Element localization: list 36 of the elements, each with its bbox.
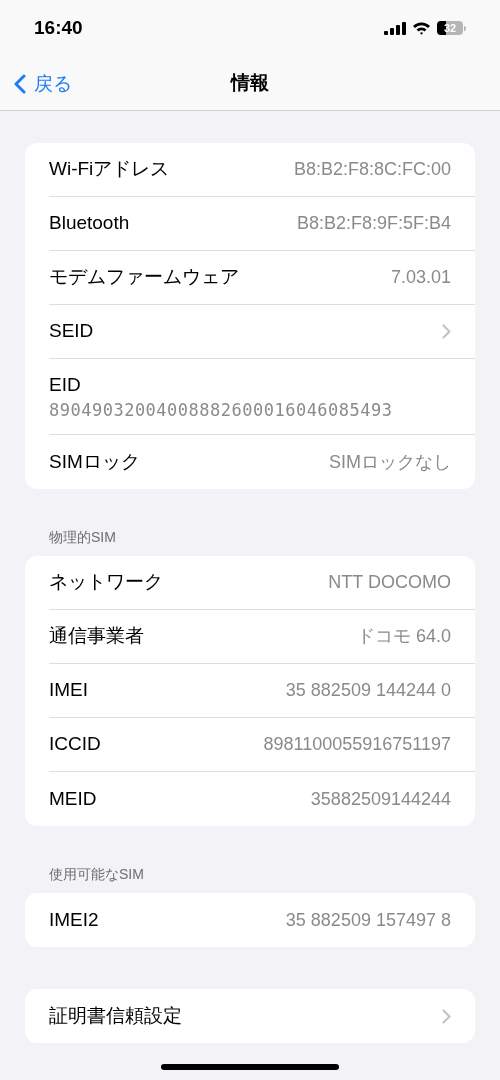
row-label: IMEI2 xyxy=(49,907,99,932)
row-value: 7.03.01 xyxy=(390,266,451,289)
row-label: Bluetooth xyxy=(49,211,130,236)
wifi-icon xyxy=(412,21,431,35)
chevron-icon xyxy=(442,324,451,339)
settings-row[interactable]: 証明書信頼設定 xyxy=(49,989,475,1043)
row-value: 35882509144244 xyxy=(310,787,451,811)
row-label: モデムファームウェア xyxy=(49,265,239,290)
row-value: 89049032004008882600016046085493 xyxy=(49,398,394,422)
back-chevron-icon xyxy=(14,74,26,95)
row-label: SEID xyxy=(49,319,94,344)
row-value: 35 882509 144244 0 xyxy=(285,679,451,702)
settings-row[interactable]: SEID xyxy=(49,305,475,359)
chevron-icon xyxy=(442,1008,451,1024)
signal-icon xyxy=(384,21,406,35)
row-value: SIMロックなし xyxy=(329,450,451,474)
row-label: IMEI xyxy=(49,678,89,703)
page-title: 情報 xyxy=(231,70,269,95)
row-label: 証明書信頼設定 xyxy=(49,1003,182,1028)
row-label: ICCID xyxy=(49,732,101,757)
row-label: MEID xyxy=(49,786,97,811)
row-value: B8:B2:F8:8C:FC:00 xyxy=(293,158,451,181)
row-value: NTT DOCOMO xyxy=(328,571,451,594)
row-value: ドコモ 64.0 xyxy=(356,625,451,648)
row-value: B8:B2:F8:9F:5F:B4 xyxy=(296,212,451,235)
row-label: ネットワーク xyxy=(49,570,163,595)
row-label: EID xyxy=(49,372,82,397)
row-value: 8981100055916751197 xyxy=(263,733,451,756)
status-time: 16:40 xyxy=(34,15,83,40)
section-header: 物理的SIM xyxy=(48,528,117,547)
row-label: 通信事業者 xyxy=(49,624,144,649)
back-button[interactable]: 戻る xyxy=(14,70,72,99)
row-label: SIMロック xyxy=(49,449,140,474)
row-value: 35 882509 157497 8 xyxy=(285,908,451,932)
section-header: 使用可能なSIM xyxy=(48,865,145,884)
row-label: Wi-Fiアドレス xyxy=(49,157,170,182)
